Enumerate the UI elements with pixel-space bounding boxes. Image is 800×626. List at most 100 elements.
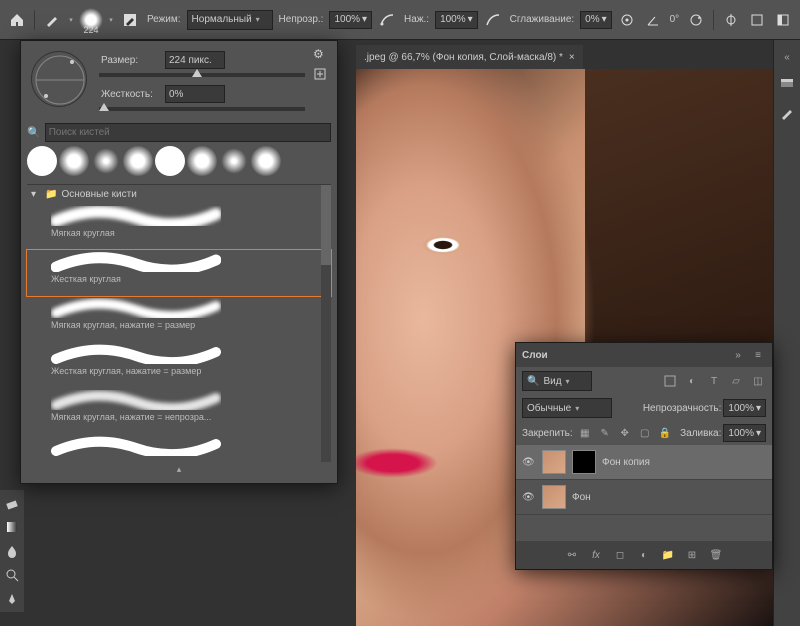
hardness-slider[interactable] (99, 107, 305, 111)
document-title: .jpeg @ 66,7% (Фон копия, Слой-маска/8) … (364, 52, 563, 63)
filter-smart-icon[interactable]: ◫ (750, 373, 766, 389)
brush-swatch[interactable] (155, 146, 185, 176)
brush-settings-icon[interactable] (119, 9, 141, 31)
brush-item[interactable]: Мягкая круглая, нажатие = размер (27, 296, 331, 342)
tool-preset-icon[interactable] (41, 9, 63, 31)
brush-swatch[interactable] (187, 146, 217, 176)
link-layers-icon[interactable]: ⚯ (564, 547, 580, 563)
gradient-tool-icon[interactable] (1, 516, 23, 538)
brush-preset-panel: Размер: Жесткость: ⚙ 🔍 ▾ (20, 40, 338, 484)
dropdown-chevron-icon[interactable]: ▾ (107, 9, 115, 31)
layer-filter-dropdown[interactable]: 🔍 Вид▾ (522, 371, 592, 391)
brush-swatch[interactable] (251, 146, 281, 176)
blend-mode-dropdown[interactable]: Нормальный▾ (187, 10, 273, 30)
brush-item[interactable]: Мягкая круглая (27, 204, 331, 250)
resize-handle-icon[interactable]: ▴ (27, 462, 331, 477)
blend-mode-value: Нормальный (192, 14, 252, 25)
gear-icon[interactable]: ⚙ (313, 47, 331, 61)
brush-group-header[interactable]: ▾ 📁 Основные кисти (27, 185, 331, 204)
blur-tool-icon[interactable] (1, 540, 23, 562)
expand-panel-icon[interactable]: « (776, 46, 798, 68)
recent-brushes (27, 146, 331, 176)
close-icon[interactable]: × (569, 52, 575, 63)
lock-transparency-icon[interactable]: ▦ (577, 425, 593, 441)
lock-paint-icon[interactable]: ✎ (597, 425, 613, 441)
fill-label: Заливка: (680, 428, 721, 439)
brush-panel-icon[interactable] (776, 102, 798, 124)
lock-label: Закрепить: (522, 428, 573, 439)
brush-preview-thumb[interactable]: 224 (79, 8, 103, 32)
brush-size-indicator: 224 (83, 25, 98, 35)
brush-swatch[interactable] (91, 146, 121, 176)
lock-position-icon[interactable]: ✥ (617, 425, 633, 441)
airbrush-icon[interactable] (482, 9, 504, 31)
add-mask-icon[interactable]: ◻ (612, 547, 628, 563)
brush-angle-preview[interactable] (31, 51, 87, 107)
brush-swatch[interactable] (123, 146, 153, 176)
visibility-icon[interactable]: 👁 (522, 492, 536, 503)
pressure-size-icon[interactable] (685, 9, 707, 31)
brush-item-selected[interactable]: Жесткая круглая (27, 250, 331, 296)
symmetry-icon[interactable] (720, 9, 742, 31)
lock-all-icon[interactable]: 🔒 (657, 425, 673, 441)
brush-swatch[interactable] (27, 146, 57, 176)
layer-thumbnail[interactable] (542, 450, 566, 474)
layer-name[interactable]: Фон копия (602, 457, 650, 468)
dropdown-chevron-icon[interactable]: ▾ (67, 9, 75, 31)
brush-hardness-input[interactable] (165, 85, 225, 103)
options-bar: ▾ 224 ▾ Режим: Нормальный▾ Непрозр.: 100… (0, 0, 800, 40)
layer-thumbnail[interactable] (542, 485, 566, 509)
dodge-tool-icon[interactable] (1, 564, 23, 586)
filter-shape-icon[interactable]: ▱ (728, 373, 744, 389)
menu-icon[interactable]: ≡ (750, 347, 766, 363)
layer-row-selected[interactable]: 👁 Фон копия (516, 445, 772, 480)
angle-icon[interactable] (642, 9, 664, 31)
brush-label: Жесткая круглая (51, 274, 121, 284)
chevron-down-icon: ▾ (31, 189, 41, 200)
filter-type-icon[interactable]: T (706, 373, 722, 389)
eraser-tool-icon[interactable] (1, 492, 23, 514)
workspace-icon[interactable] (772, 9, 794, 31)
new-layer-icon[interactable]: ⊞ (684, 547, 700, 563)
filter-adjust-icon[interactable]: ◐ (684, 373, 700, 389)
opacity-input[interactable]: 100%▾ (329, 11, 372, 29)
brush-item[interactable]: Жесткая круглая, нажатие = размер (27, 342, 331, 388)
size-slider[interactable] (99, 73, 305, 77)
layer-name[interactable]: Фон (572, 492, 591, 503)
color-panel-icon[interactable] (776, 74, 798, 96)
brush-label: Жесткая круглая, нажатие = размер (51, 366, 201, 376)
layer-fill-input[interactable]: 100%▾ (723, 424, 766, 442)
brush-item[interactable] (27, 434, 331, 462)
delete-layer-icon[interactable]: 🗑 (708, 547, 724, 563)
brush-swatch[interactable] (219, 146, 249, 176)
new-preset-icon[interactable] (313, 67, 331, 81)
adjustment-layer-icon[interactable]: ◐ (636, 547, 652, 563)
pen-tool-icon[interactable] (1, 588, 23, 610)
brush-search-input[interactable] (45, 123, 331, 142)
layer-blend-dropdown[interactable]: Обычные▾ (522, 398, 612, 418)
right-collapsed-panels: « (773, 40, 800, 626)
brush-swatch[interactable] (59, 146, 89, 176)
smoothing-input[interactable]: 0%▾ (580, 11, 611, 29)
lock-artboard-icon[interactable]: ▢ (637, 425, 653, 441)
brush-item[interactable]: Мягкая круглая, нажатие = непрозра... (27, 388, 331, 434)
brush-size-input[interactable] (165, 51, 225, 69)
home-icon[interactable] (6, 9, 28, 31)
layer-style-icon[interactable]: fx (588, 547, 604, 563)
layer-opacity-input[interactable]: 100%▾ (723, 399, 766, 417)
group-name: Основные кисти (61, 189, 136, 200)
visibility-icon[interactable]: 👁 (522, 457, 536, 468)
layer-mask-thumbnail[interactable] (572, 450, 596, 474)
layer-row[interactable]: 👁 Фон (516, 480, 772, 515)
smoothing-label: Сглаживание: (510, 14, 575, 25)
layers-panel: Слои » ≡ 🔍 Вид▾ ◐ T ▱ ◫ Обычные▾ Непрозр… (515, 342, 773, 570)
flow-input[interactable]: 100%▾ (435, 11, 478, 29)
group-icon[interactable]: 📁 (660, 547, 676, 563)
smoothing-options-icon[interactable] (616, 9, 638, 31)
collapse-icon[interactable]: » (730, 347, 746, 363)
document-tab[interactable]: .jpeg @ 66,7% (Фон копия, Слой-маска/8) … (356, 45, 583, 69)
share-icon[interactable] (746, 9, 768, 31)
brush-list-scrollbar[interactable] (321, 185, 331, 462)
filter-pixel-icon[interactable] (662, 373, 678, 389)
pressure-opacity-icon[interactable] (376, 9, 398, 31)
